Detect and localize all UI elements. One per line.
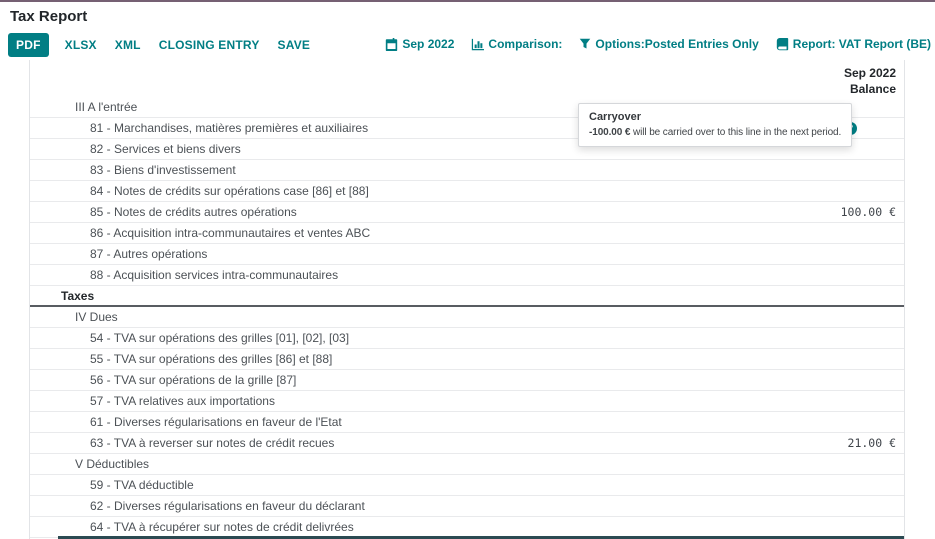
row-label[interactable]: Taxes: [30, 289, 896, 303]
table-row[interactable]: 87 - Autres opérations: [30, 244, 904, 265]
book-icon: [776, 38, 789, 51]
report-filter-label: Report: VAT Report (BE): [793, 37, 931, 51]
xml-button[interactable]: XML: [113, 33, 143, 57]
row-label[interactable]: 59 - TVA déductible: [30, 478, 896, 492]
filter-icon: [579, 38, 591, 50]
report-rows: III A l'entrée 81 - Marchandises, matièr…: [30, 97, 904, 538]
row-label[interactable]: 83 - Biens d'investissement: [30, 163, 896, 177]
row-label[interactable]: 55 - TVA sur opérations des grilles [86]…: [30, 352, 896, 366]
row-label[interactable]: 54 - TVA sur opérations des grilles [01]…: [30, 331, 896, 345]
table-row[interactable]: V Déductibles: [30, 454, 904, 475]
carryover-tooltip: Carryover -100.00 € will be carried over…: [578, 103, 852, 147]
options-filter[interactable]: Options:Posted Entries Only: [579, 37, 758, 51]
table-row[interactable]: 63 - TVA à reverser sur notes de crédit …: [30, 433, 904, 454]
table-row[interactable]: 54 - TVA sur opérations des grilles [01]…: [30, 328, 904, 349]
row-balance-value[interactable]: 100.00 €: [841, 205, 896, 219]
action-buttons: PDF XLSX XML CLOSING ENTRY SAVE: [8, 33, 312, 57]
report-filter[interactable]: Report: VAT Report (BE): [776, 37, 931, 51]
tooltip-text: -100.00 € will be carried over to this l…: [589, 127, 841, 138]
row-label[interactable]: 88 - Acquisition services intra-communau…: [30, 268, 896, 282]
row-label[interactable]: 84 - Notes de crédits sur opérations cas…: [30, 184, 896, 198]
table-row[interactable]: 62 - Diverses régularisations en faveur …: [30, 496, 904, 517]
bar-chart-icon: [471, 38, 484, 51]
table-row[interactable]: 57 - TVA relatives aux importations: [30, 391, 904, 412]
row-label[interactable]: 86 - Acquisition intra-communautaires et…: [30, 226, 896, 240]
comparison-filter[interactable]: Comparison:: [471, 37, 562, 51]
row-label[interactable]: V Déductibles: [30, 457, 896, 471]
table-row[interactable]: 56 - TVA sur opérations de la grille [87…: [30, 370, 904, 391]
page-title: Tax Report: [10, 8, 87, 25]
table-row[interactable]: 85 - Notes de crédits autres opérations …: [30, 202, 904, 223]
column-header-balance: Balance: [30, 81, 896, 97]
row-label[interactable]: 62 - Diverses régularisations en faveur …: [30, 499, 896, 513]
column-header: Sep 2022 Balance: [30, 60, 904, 97]
row-label[interactable]: 57 - TVA relatives aux importations: [30, 394, 896, 408]
comparison-filter-label: Comparison:: [488, 37, 562, 51]
pdf-button[interactable]: PDF: [8, 33, 49, 57]
row-balance-value[interactable]: 21.00 €: [848, 436, 896, 450]
table-row[interactable]: 84 - Notes de crédits sur opérations cas…: [30, 181, 904, 202]
table-row[interactable]: 88 - Acquisition services intra-communau…: [30, 265, 904, 286]
table-row[interactable]: 64 - TVA à récupérer sur notes de crédit…: [30, 517, 904, 538]
row-label[interactable]: IV Dues: [30, 310, 896, 324]
xlsx-button[interactable]: XLSX: [63, 33, 99, 57]
calendar-icon: [385, 38, 398, 51]
row-label[interactable]: 61 - Diverses régularisations en faveur …: [30, 415, 896, 429]
tooltip-amount: -100.00 €: [589, 127, 630, 138]
window-top-border: [0, 0, 935, 2]
row-label[interactable]: 64 - TVA à récupérer sur notes de crédit…: [30, 520, 896, 534]
save-button[interactable]: SAVE: [276, 33, 313, 57]
table-row[interactable]: IV Dues: [30, 307, 904, 328]
row-balance-cell: ?: [844, 122, 904, 135]
closing-entry-button[interactable]: CLOSING ENTRY: [157, 33, 262, 57]
table-row[interactable]: 83 - Biens d'investissement: [30, 160, 904, 181]
column-header-period: Sep 2022: [30, 65, 896, 81]
period-filter-label: Sep 2022: [402, 37, 454, 51]
row-label[interactable]: 56 - TVA sur opérations de la grille [87…: [30, 373, 896, 387]
table-row[interactable]: 61 - Diverses régularisations en faveur …: [30, 412, 904, 433]
options-filter-label: Options:Posted Entries Only: [595, 37, 758, 51]
period-filter[interactable]: Sep 2022: [385, 37, 454, 51]
table-row[interactable]: 86 - Acquisition intra-communautaires et…: [30, 223, 904, 244]
row-label[interactable]: 63 - TVA à reverser sur notes de crédit …: [30, 436, 848, 450]
row-balance-cell: 21.00 €: [848, 436, 904, 450]
table-row[interactable]: 59 - TVA déductible: [30, 475, 904, 496]
row-balance-cell: 100.00 €: [841, 205, 904, 219]
filter-toolbar: Sep 2022 Comparison: Options:Posted Entr…: [385, 37, 931, 51]
tax-report-page: Tax Report PDF XLSX XML CLOSING ENTRY SA…: [0, 0, 935, 539]
table-row[interactable]: Taxes: [30, 286, 904, 307]
row-label[interactable]: 87 - Autres opérations: [30, 247, 896, 261]
tooltip-title: Carryover: [589, 111, 841, 123]
table-row[interactable]: 55 - TVA sur opérations des grilles [86]…: [30, 349, 904, 370]
row-label[interactable]: 85 - Notes de crédits autres opérations: [30, 205, 841, 219]
